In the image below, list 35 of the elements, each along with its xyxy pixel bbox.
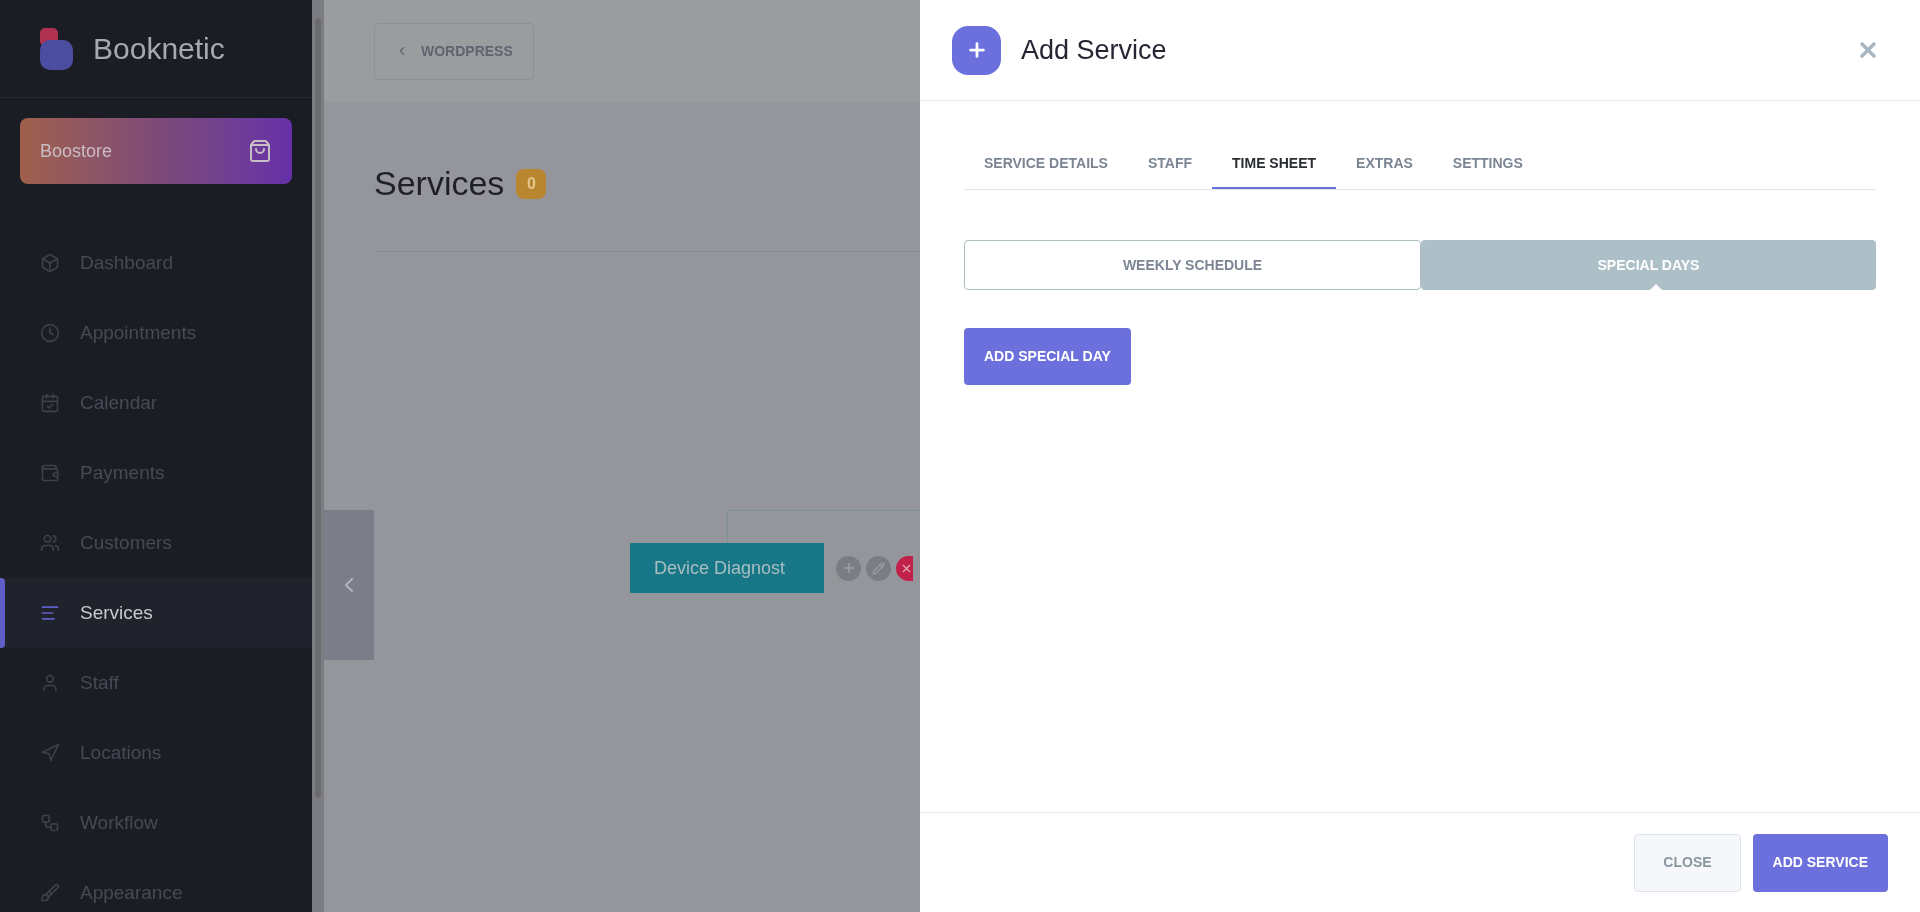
cube-icon — [40, 253, 60, 273]
add-icon[interactable] — [836, 555, 861, 581]
navigation-arrow-icon — [40, 743, 60, 763]
collapse-tab[interactable] — [324, 510, 374, 660]
delete-icon[interactable] — [896, 555, 913, 581]
brand-name: Booknetic — [93, 31, 225, 67]
cancel-button[interactable]: CLOSE — [1634, 833, 1741, 892]
wallet-icon — [40, 463, 60, 483]
users-icon — [40, 533, 60, 553]
tab[interactable]: SETTINGS — [1432, 139, 1543, 189]
schedule-tab[interactable]: WEEKLY SCHEDULE — [964, 240, 1421, 290]
shopping-bag-icon — [248, 139, 272, 163]
schedule-tab[interactable]: SPECIAL DAYS — [1421, 240, 1876, 290]
page-title: Services — [374, 163, 505, 204]
calendar-icon — [40, 393, 60, 413]
clock-icon — [40, 323, 60, 343]
person-icon — [40, 673, 60, 693]
tab[interactable]: TIME SHEET — [1212, 139, 1337, 189]
sidebar-item[interactable]: Services — [0, 578, 312, 648]
add-icon — [952, 25, 1001, 75]
tab[interactable]: EXTRAS — [1336, 139, 1433, 189]
modal-title: Add Service — [1021, 33, 1168, 67]
add-service-button[interactable]: ADD SERVICE — [1752, 833, 1888, 892]
edit-icon[interactable] — [866, 555, 891, 581]
add-special-day-button[interactable]: ADD SPECIAL DAY — [964, 328, 1131, 385]
store-button[interactable]: Boostore — [20, 118, 292, 184]
service-node[interactable]: Device Diagnost — [630, 543, 824, 593]
brush-icon — [40, 883, 60, 903]
count-badge: 0 — [516, 168, 547, 199]
tab[interactable]: STAFF — [1127, 139, 1213, 189]
hierarchy-icon — [40, 813, 60, 833]
tab[interactable]: SERVICE DETAILS — [964, 139, 1128, 189]
lines-icon — [40, 603, 60, 623]
logo-icon — [40, 27, 73, 70]
back-button[interactable]: WORDPRESS — [374, 22, 534, 80]
